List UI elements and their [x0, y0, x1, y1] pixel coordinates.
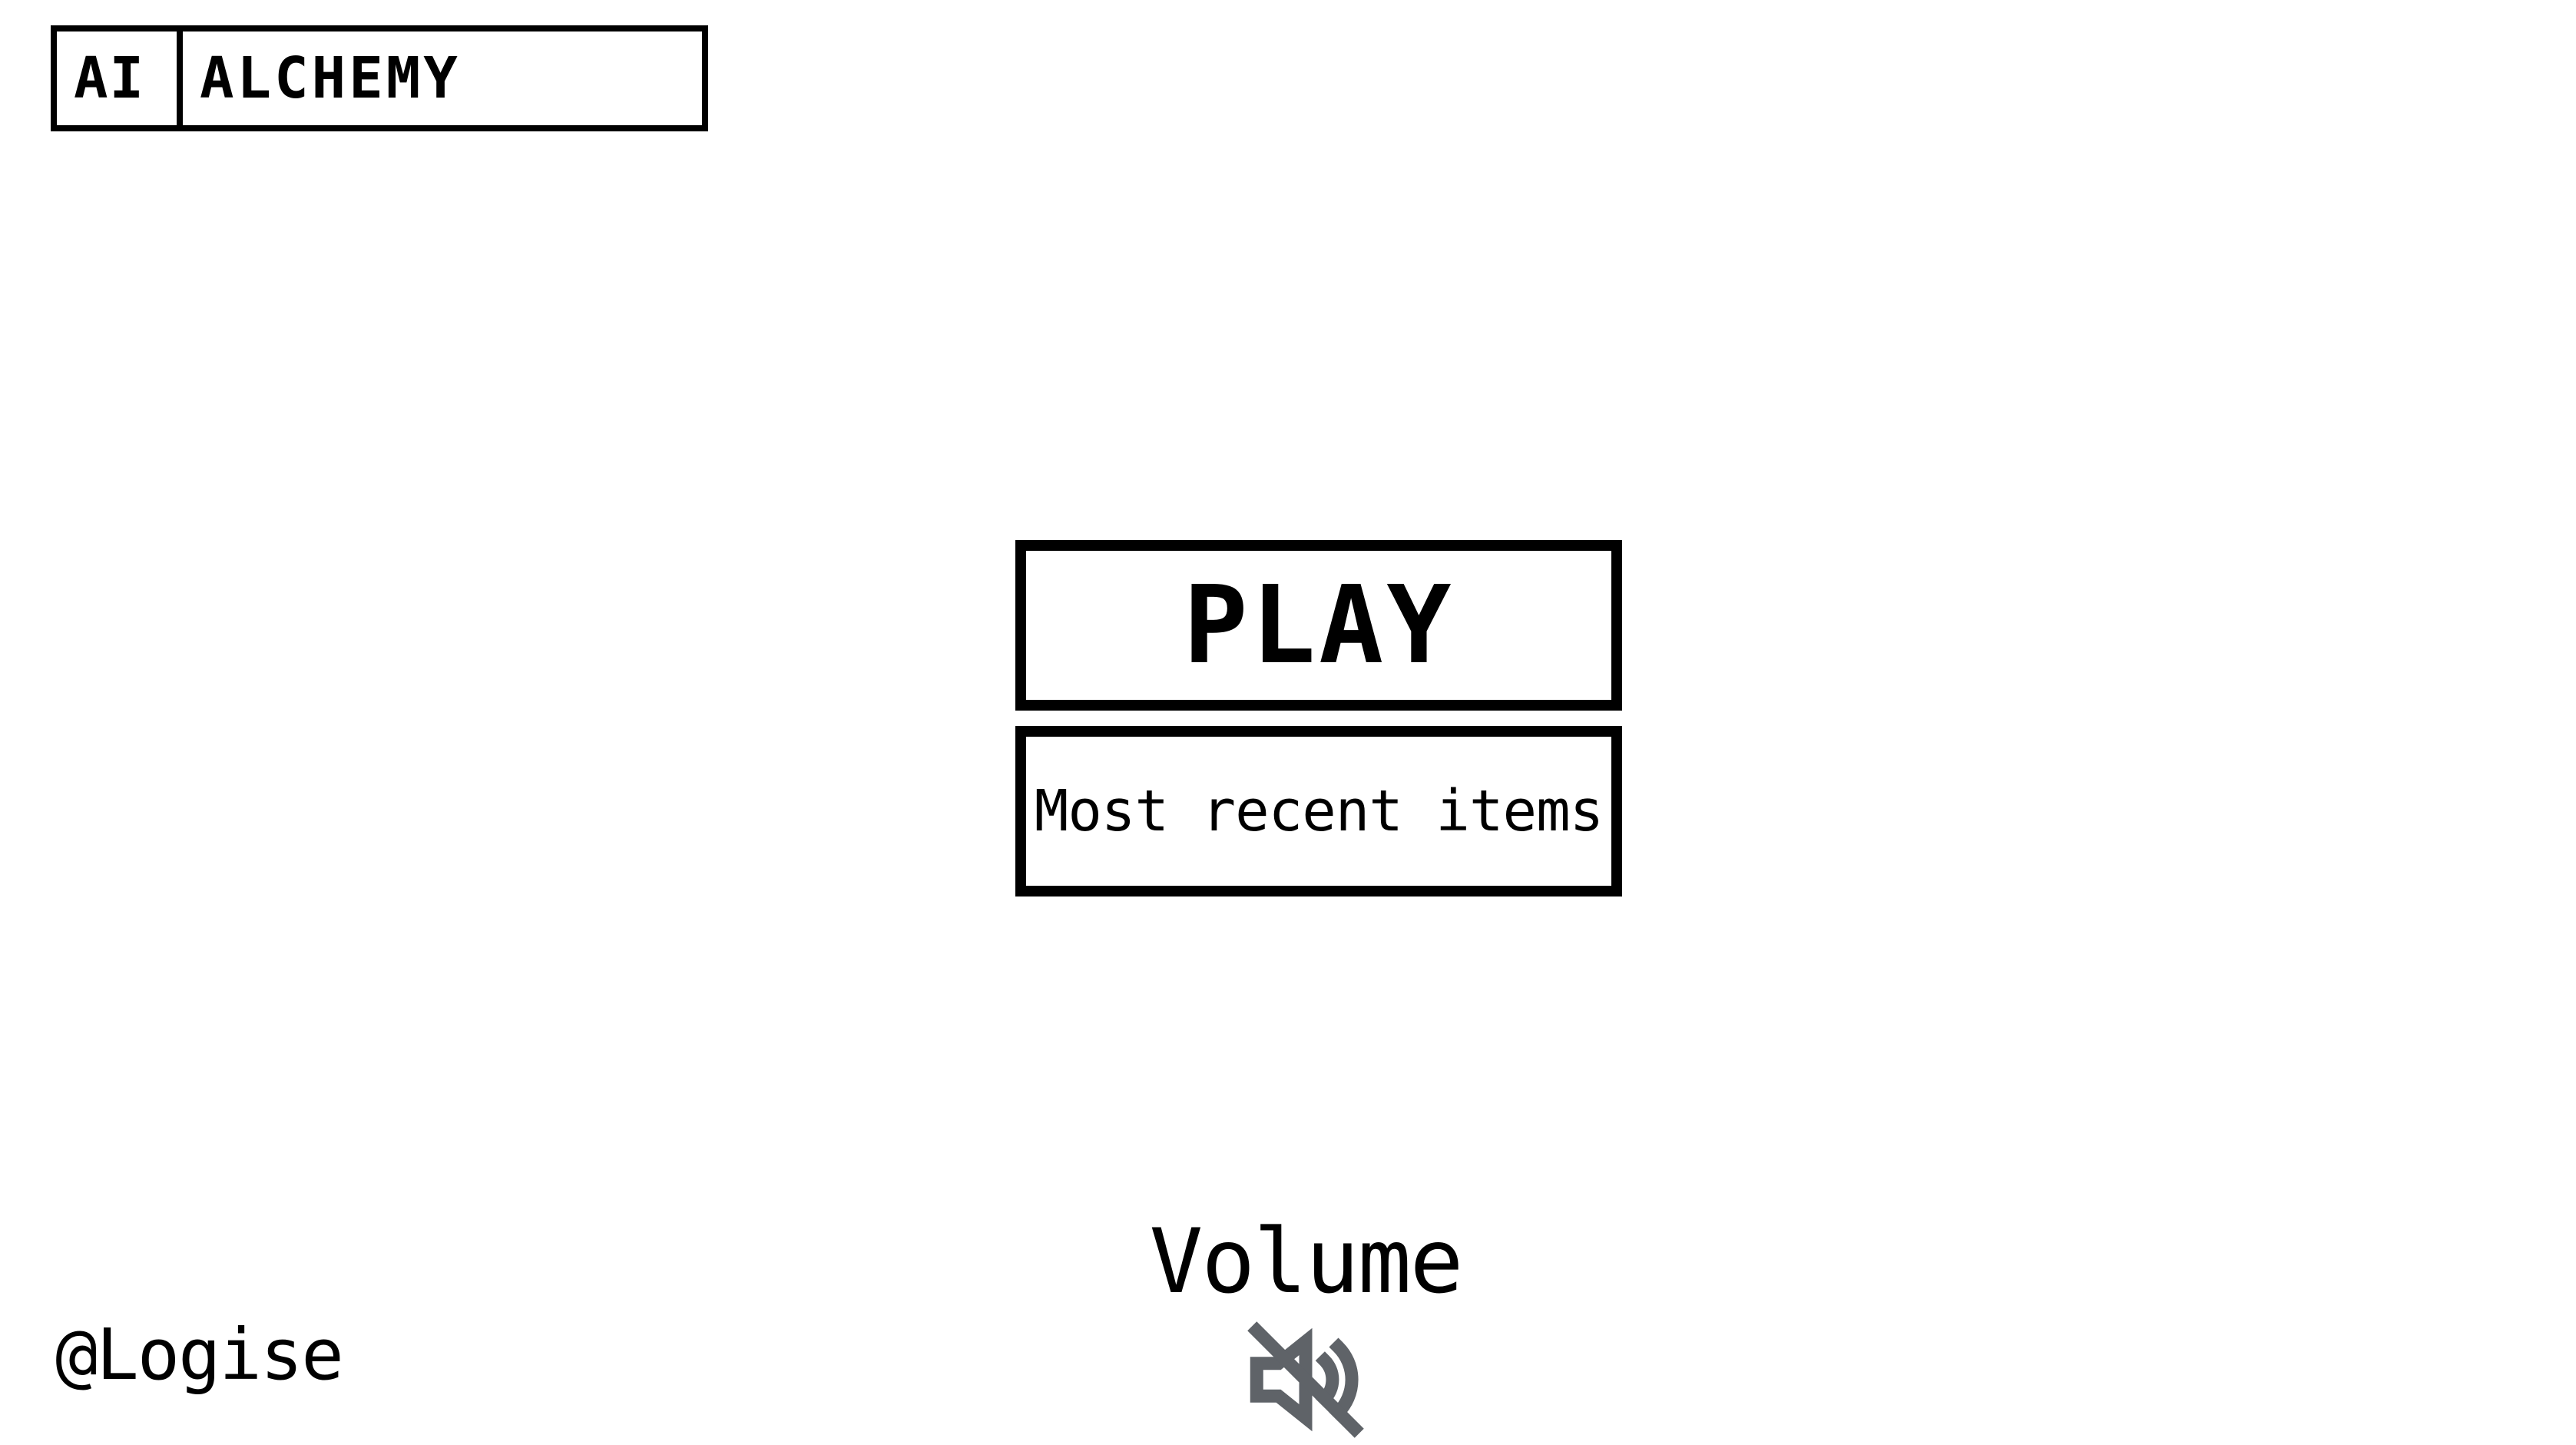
volume-control: Volume [1149, 1210, 1464, 1445]
play-button-label: PLAY [1183, 562, 1455, 688]
logo-alchemy-text: ALCHEMY [200, 45, 461, 111]
play-button[interactable]: PLAY [1015, 540, 1622, 711]
game-logo: AI ALCHEMY [51, 25, 708, 131]
volume-muted-icon[interactable] [1240, 1314, 1371, 1445]
author-credit: @Logise [55, 1314, 344, 1396]
main-menu: PLAY Most recent items [1015, 540, 1622, 896]
most-recent-items-button[interactable]: Most recent items [1015, 726, 1622, 896]
volume-label: Volume [1149, 1210, 1463, 1314]
logo-ai-text: AI [57, 31, 183, 125]
most-recent-items-label: Most recent items [1034, 778, 1604, 844]
